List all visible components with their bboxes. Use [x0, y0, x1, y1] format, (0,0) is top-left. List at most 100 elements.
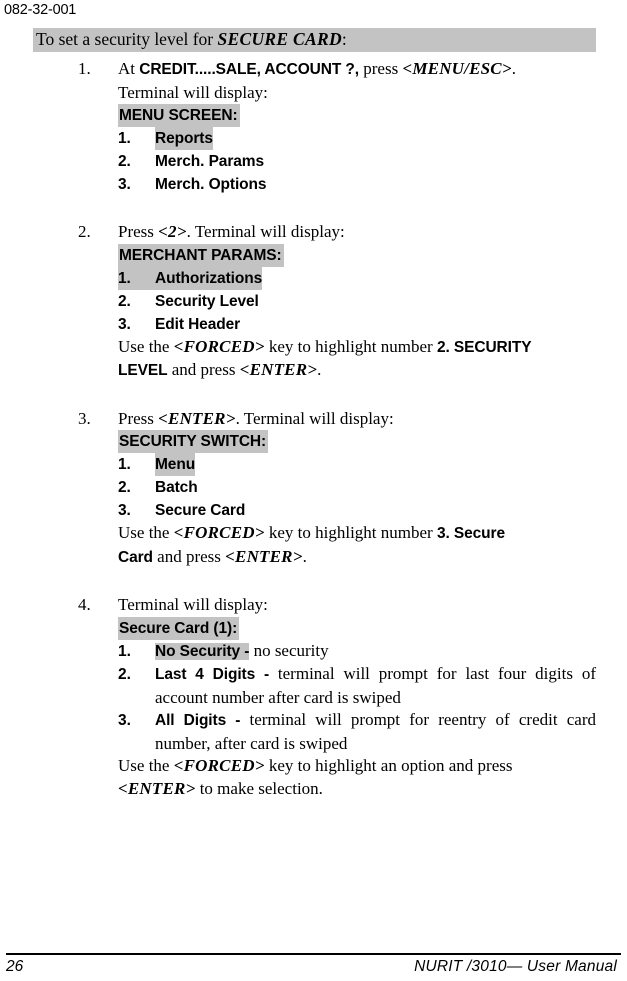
- use-the: Use the: [118, 756, 174, 775]
- screen-row: 2. Security Level: [118, 290, 596, 313]
- section-title: To set a security level for SECURE CARD:: [33, 28, 596, 52]
- step-1-period: .: [511, 59, 516, 78]
- page-content: To set a security level for SECURE CARD:…: [33, 28, 596, 800]
- step-4: 4. Terminal will display: Secure Card (1…: [33, 594, 596, 800]
- screen-row-label: Menu: [155, 453, 195, 476]
- footer-divider: [6, 953, 621, 955]
- section-title-suffix: :: [341, 29, 347, 49]
- screen-row-label: Security Level: [155, 292, 259, 310]
- step-2-press: Press: [118, 222, 159, 241]
- step-4-body: Terminal will display: Secure Card (1): …: [118, 594, 596, 800]
- highlight-number: key to highlight number: [264, 523, 437, 542]
- option-number: 3.: [118, 712, 131, 729]
- step-3: 3. Press <ENTER>. Terminal will display:…: [33, 408, 596, 570]
- option-label: No Security -: [155, 642, 250, 660]
- step-2-display: . Terminal will display:: [186, 222, 345, 241]
- screen-row-number: 2.: [118, 479, 131, 496]
- menu-option-ref-cont: Card: [118, 548, 153, 566]
- screen-row-number: 3.: [118, 176, 131, 193]
- option-row-no-security: 1. No Security - no security: [118, 640, 596, 664]
- screen-row: 3. Merch. Options: [118, 173, 596, 196]
- highlight-number: key to highlight number: [264, 336, 437, 356]
- step-4-number: 4.: [78, 595, 91, 614]
- screen-row-number: 1.: [118, 130, 131, 147]
- step-2-body: Press <2>. Terminal will display: MERCHA…: [118, 221, 596, 383]
- step-3-trailer-line-2: Card and press <ENTER>.: [118, 546, 596, 570]
- manual-name: NURIT /3010— User Manual: [414, 958, 617, 975]
- terminal-screen-merchant-params: MERCHANT PARAMS: 1. Authorizations 2. Secu…: [118, 243, 596, 336]
- screen-row: 3. Secure Card: [118, 499, 596, 522]
- screen-title-secure-card: Secure Card (1):: [118, 616, 240, 640]
- terminal-screen-security-switch: SECURITY SWITCH: 1. Menu 2. Batch 3. Secure…: [118, 430, 596, 522]
- screen-row-number: 2.: [118, 153, 131, 170]
- step-4-trailer-line-1: Use the <FORCED> key to highlight an opt…: [118, 755, 596, 778]
- step-2-trailer-line-1: Use the <FORCED> key to highlight number…: [118, 336, 596, 360]
- menu-option-ref: 2. SECURITY: [436, 338, 532, 356]
- step-3-body: Press <ENTER>. Terminal will display: SE…: [118, 408, 596, 570]
- step-3-trailer: Use the <FORCED> key to highlight number…: [118, 522, 596, 569]
- step-4-line-1: Terminal will display:: [118, 595, 268, 614]
- step-2-trailer-line-2: LEVEL and press <ENTER>.: [118, 359, 596, 383]
- document-number: 082-32-001: [4, 2, 77, 18]
- menu-option-ref-cont: LEVEL: [118, 362, 168, 379]
- use-the: Use the: [118, 523, 174, 542]
- terminal-screen-secure-card: Secure Card (1):: [118, 616, 596, 640]
- step-4-trailer: Use the <FORCED> key to highlight an opt…: [118, 755, 596, 800]
- enter-key: <ENTER>: [225, 546, 303, 566]
- step-1-line-1: At CREDIT.....SALE, ACCOUNT ?, press <ME…: [118, 58, 596, 82]
- step-1-prompt: CREDIT.....SALE, ACCOUNT ?,: [139, 61, 360, 78]
- step-3-number: 3.: [78, 408, 91, 428]
- screen-row-label: Authorizations: [155, 269, 263, 287]
- enter-key: <ENTER>: [118, 778, 196, 798]
- forced-key: <FORCED>: [173, 523, 265, 542]
- step-3-press: Press: [118, 408, 159, 428]
- screen-row: 2. Merch. Params: [118, 150, 596, 173]
- step-3-line-1: Press <ENTER>. Terminal will display:: [118, 408, 596, 431]
- option-label: All Digits -: [155, 712, 241, 729]
- step-3-trailer-line-1: Use the <FORCED> key to highlight number…: [118, 522, 596, 546]
- page-number: 26: [6, 958, 24, 975]
- forced-key: <FORCED>: [173, 756, 265, 775]
- screen-row-number: 1.: [118, 269, 131, 287]
- screen-title-merchant-params: MERCHANT PARAMS:: [118, 243, 284, 267]
- screen-row-number: 3.: [118, 315, 131, 333]
- page-footer: 26 NURIT /3010— User Manual: [6, 958, 617, 976]
- document-page: 082-32-001 To set a security level for S…: [0, 0, 627, 981]
- step-2: 2. Press <2>. Terminal will display: MER…: [33, 221, 596, 383]
- step-2-key: <2>: [158, 222, 187, 241]
- screen-row: 2. Batch: [118, 476, 596, 499]
- step-1-at: At: [118, 59, 140, 78]
- screen-row-label: Reports: [155, 127, 213, 150]
- step-4-trailer-line-2: <ENTER> to make selection.: [118, 778, 596, 801]
- step-1: 1. At CREDIT.....SALE, ACCOUNT ?, press …: [33, 58, 596, 196]
- screen-row-number: 2.: [118, 292, 131, 310]
- and-press: and press: [152, 546, 226, 566]
- step-1-press: press: [359, 59, 403, 78]
- screen-row-label: Merch. Options: [155, 176, 267, 193]
- screen-row-number: 1.: [118, 456, 131, 473]
- option-description: no security: [249, 640, 329, 660]
- enter-key: <ENTER>: [239, 360, 318, 379]
- use-the: Use the: [118, 336, 174, 356]
- make-selection: to make selection.: [195, 778, 323, 798]
- screen-row-label: Batch: [155, 479, 198, 496]
- step-1-key: <MENU/ESC>: [402, 59, 512, 78]
- step-3-key: <ENTER>: [158, 408, 236, 428]
- section-title-prefix: To set a security level for: [36, 29, 218, 49]
- terminal-screen-menu: MENU SCREEN: 1. Reports 2. Merch. Params 3…: [118, 104, 596, 196]
- step-1-number: 1.: [78, 59, 91, 78]
- step-2-number: 2.: [78, 222, 91, 241]
- section-title-product: SECURE CARD: [217, 29, 342, 49]
- period: .: [302, 546, 307, 566]
- menu-option-ref: 3. Secure: [436, 525, 505, 542]
- screen-row: 1. Reports: [118, 127, 596, 150]
- step-1-body: At CREDIT.....SALE, ACCOUNT ?, press <ME…: [118, 58, 596, 196]
- screen-row: 1. Menu: [118, 453, 596, 476]
- option-row-last-4-digits: 2. Last 4 Digits - terminal will prompt f…: [118, 663, 596, 709]
- highlight-option: key to highlight an option and press: [264, 756, 513, 775]
- period: .: [317, 360, 322, 379]
- and-press: and press: [167, 360, 240, 379]
